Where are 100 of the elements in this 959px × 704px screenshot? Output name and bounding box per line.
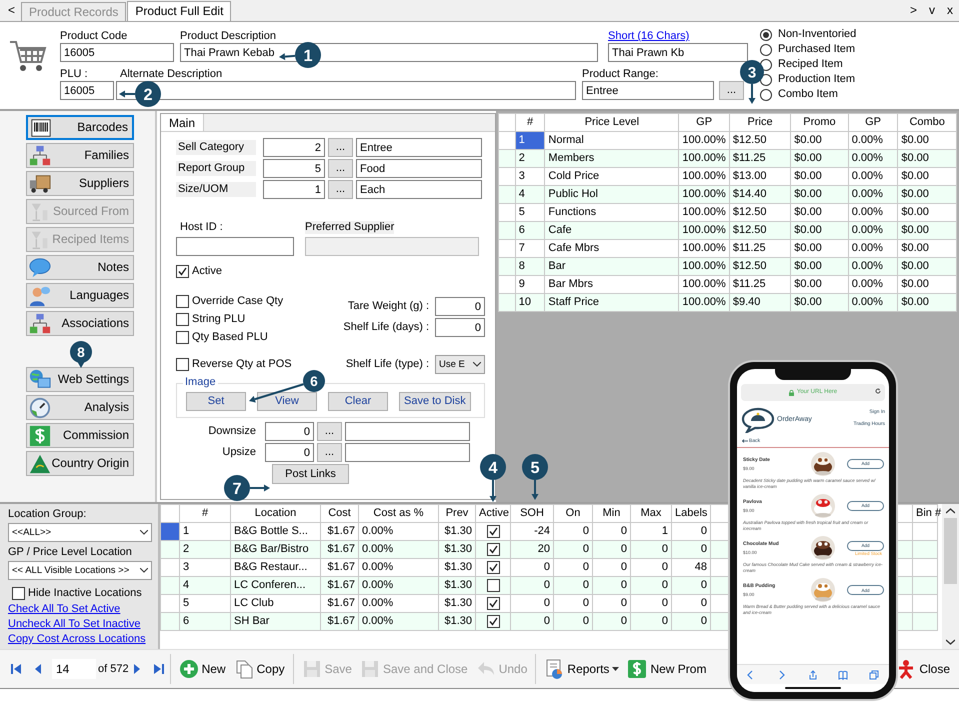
tab[interactable]: Product Full Edit xyxy=(127,0,232,21)
table-cell: 0 xyxy=(672,540,710,558)
text-field[interactable]: 0 xyxy=(265,443,314,462)
table-cell: $1.30 xyxy=(438,612,476,630)
toolbar-button[interactable]: New Prom xyxy=(624,657,710,681)
toolbar-button[interactable]: New xyxy=(176,657,229,681)
text-field[interactable]: 0 xyxy=(435,318,485,337)
column-header[interactable]: Location xyxy=(230,504,320,522)
column-header[interactable]: # xyxy=(180,504,230,522)
window-control[interactable]: v xyxy=(923,3,941,18)
window-control[interactable]: > xyxy=(904,3,923,18)
text-field[interactable]: 16005 xyxy=(60,81,114,100)
text-field[interactable]: Food xyxy=(356,159,482,178)
field-label: Upsize xyxy=(221,446,257,459)
text-field[interactable]: 2 xyxy=(263,138,325,157)
browse-button[interactable]: ... xyxy=(317,443,342,462)
column-header[interactable]: Price xyxy=(729,114,791,132)
table-cell: Members xyxy=(544,150,679,168)
image-button[interactable]: Clear xyxy=(328,392,388,411)
link[interactable]: Check All To Set Active xyxy=(8,602,152,617)
text-field[interactable]: Thai Prawn Kb xyxy=(608,43,748,62)
table-cell: 0.00% xyxy=(848,186,898,204)
sidebar-button[interactable]: Web Settings xyxy=(26,367,134,392)
table-cell: 0 xyxy=(554,612,592,630)
table-cell: 0 xyxy=(630,576,672,594)
field-label: Downsize xyxy=(207,425,257,438)
checkbox-label: Active xyxy=(192,264,222,278)
field-label: Product Description xyxy=(180,30,276,43)
column-header[interactable]: Combo xyxy=(898,114,956,132)
column-header[interactable]: Labels xyxy=(672,504,710,522)
sidebar-button[interactable]: Analysis xyxy=(26,395,134,420)
window-control[interactable]: x xyxy=(941,3,959,18)
table-cell: 0 xyxy=(554,540,592,558)
radio-label: Non-Inventoried xyxy=(778,28,856,41)
text-field[interactable]: Entree xyxy=(582,81,714,100)
column-header[interactable]: # xyxy=(515,114,545,132)
sidebar-button[interactable]: Barcodes xyxy=(26,115,134,140)
back-arrow[interactable]: < xyxy=(2,3,22,18)
browse-button[interactable]: ... xyxy=(328,159,353,178)
text-field[interactable]: Each xyxy=(356,180,482,199)
sidebar-button[interactable]: Commission xyxy=(26,423,134,448)
sidebar-button[interactable]: Associations xyxy=(26,311,134,336)
table-cell: 20 xyxy=(510,540,554,558)
post-links-button[interactable]: Post Links xyxy=(272,464,349,484)
sidebar-button[interactable]: Notes xyxy=(26,255,134,280)
link[interactable]: Uncheck All To Set Inactive xyxy=(8,617,152,632)
dropdown[interactable]: <<ALL>> xyxy=(8,523,152,542)
column-header[interactable]: Active xyxy=(476,504,510,522)
field-label: Tare Weight (g) : xyxy=(348,300,429,313)
record-field[interactable]: 14 xyxy=(52,659,96,679)
link[interactable]: Short (16 Chars) xyxy=(608,30,690,43)
text-field[interactable]: 1 xyxy=(263,180,325,199)
table-cell: $11.25 xyxy=(729,150,791,168)
column-header[interactable]: SOH xyxy=(510,504,554,522)
browse-button[interactable]: ... xyxy=(719,81,744,100)
text-field[interactable]: 5 xyxy=(263,159,325,178)
column-header[interactable]: Price Level xyxy=(544,114,679,132)
image-button[interactable]: View xyxy=(257,392,317,411)
image-button[interactable]: Save to Disk xyxy=(399,392,471,411)
table-cell: $0.00 xyxy=(898,222,956,240)
image-button[interactable]: Set xyxy=(186,392,246,411)
table-cell: $9.40 xyxy=(729,294,791,312)
sidebar-button[interactable]: Suppliers xyxy=(26,171,134,196)
text-field[interactable]: Entree xyxy=(356,138,482,157)
table-cell: 0.00% xyxy=(358,576,438,594)
table-cell: 0 xyxy=(672,612,710,630)
link[interactable]: Copy Cost Across Locations xyxy=(8,632,152,647)
sidebar-button[interactable]: Families xyxy=(26,143,134,168)
dropdown[interactable]: Use E xyxy=(435,355,485,374)
sidebar-button[interactable]: Languages xyxy=(26,283,134,308)
column-header[interactable]: Prev xyxy=(438,504,476,522)
table-cell: 0 xyxy=(630,612,672,630)
close-button[interactable]: Close xyxy=(893,657,953,681)
table-cell: SH Bar xyxy=(230,612,320,630)
column-header[interactable]: Cost as % xyxy=(358,504,438,522)
toolbar-button[interactable]: Copy xyxy=(230,657,288,681)
table-cell: 0.00% xyxy=(848,258,898,276)
dropdown[interactable]: << ALL Visible Locations >> xyxy=(8,561,152,580)
text-field[interactable]: 16005 xyxy=(60,43,174,62)
browse-button[interactable]: ... xyxy=(328,138,353,157)
column-header[interactable]: GP xyxy=(678,114,730,132)
column-header[interactable]: Min xyxy=(592,504,630,522)
radio-label: Combo Item xyxy=(778,88,838,101)
sidebar-button[interactable]: Country Origin xyxy=(26,451,134,476)
column-header[interactable]: On xyxy=(554,504,592,522)
column-header[interactable]: Cost xyxy=(320,504,358,522)
column-header[interactable]: Max xyxy=(630,504,672,522)
browse-button[interactable]: ... xyxy=(328,180,353,199)
table-cell: 100.00% xyxy=(678,258,730,276)
table-cell: 0 xyxy=(554,576,592,594)
text-field[interactable]: 0 xyxy=(435,297,485,316)
checkbox-label: Reverse Qty at POS xyxy=(192,358,292,371)
browse-button[interactable]: ... xyxy=(317,422,342,441)
field-label: Report Group xyxy=(176,160,256,176)
toolbar-button[interactable]: Reports xyxy=(541,657,622,681)
column-header[interactable]: GP xyxy=(848,114,898,132)
column-header[interactable]: Promo xyxy=(790,114,848,132)
tab[interactable]: Main xyxy=(161,114,204,131)
text-field[interactable]: 0 xyxy=(265,422,314,441)
table-cell: $14.40 xyxy=(729,186,791,204)
